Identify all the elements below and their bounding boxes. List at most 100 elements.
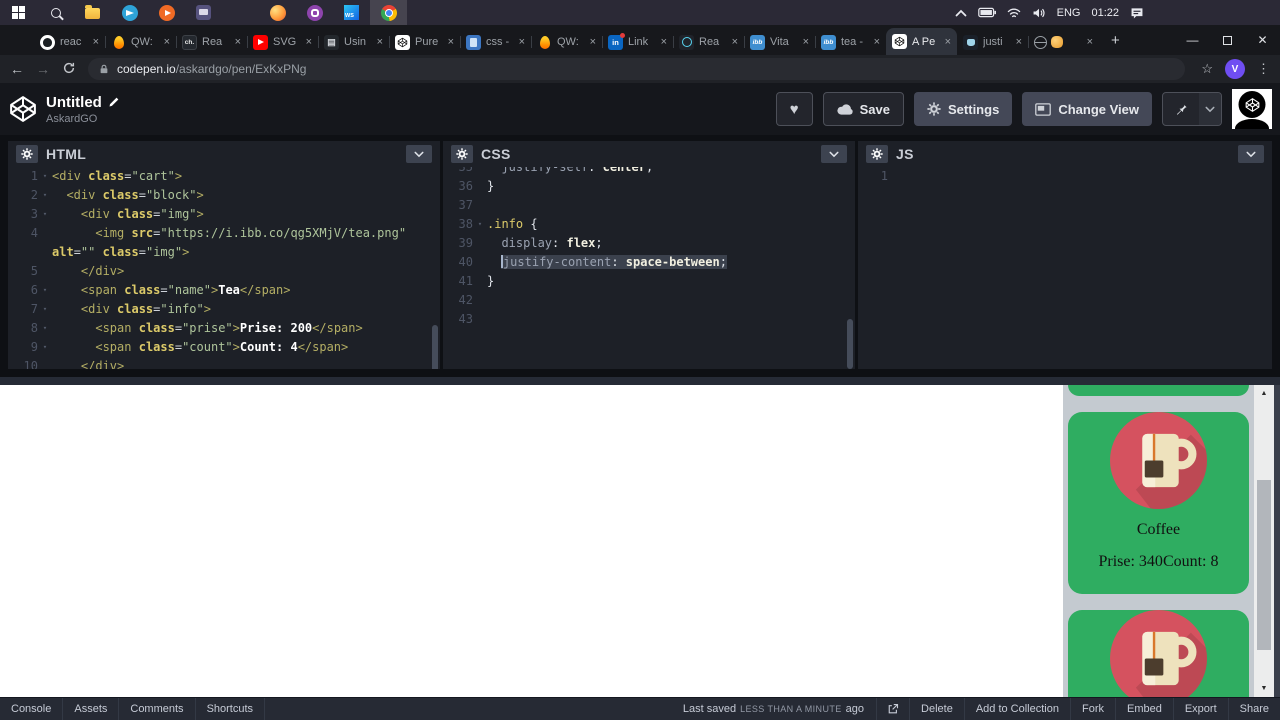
code-line[interactable]: 10 </div> [8, 357, 440, 369]
footer-share-button[interactable]: Share [1227, 698, 1280, 720]
css-editor-scrollbar[interactable] [847, 319, 853, 369]
code-line[interactable]: 6 ▾ <span class="name">Tea</span> [8, 281, 440, 300]
fold-arrow-icon[interactable]: ▾ [38, 300, 52, 319]
volume-icon[interactable] [1032, 6, 1046, 20]
tab-close-icon[interactable]: × [164, 36, 170, 48]
settings-button[interactable]: Settings [914, 92, 1013, 126]
new-tab-button[interactable]: + [1111, 32, 1120, 49]
tab-close-icon[interactable]: × [661, 36, 667, 48]
tab-close-icon[interactable]: × [377, 36, 383, 48]
bookmark-star-icon[interactable]: ☆ [1201, 61, 1213, 77]
address-bar[interactable]: codepen.io/askardgo/pen/ExKxPNg [88, 58, 1186, 80]
code-line[interactable]: 5 </div> [8, 262, 440, 281]
browser-menu-icon[interactable]: ⋮ [1257, 61, 1270, 77]
html-settings-gear-icon[interactable] [16, 145, 38, 163]
footer-embed-button[interactable]: Embed [1114, 698, 1173, 720]
code-line[interactable]: 1 ▾ <div class="cart"> [8, 167, 440, 186]
taskbar-media-player-icon[interactable] [148, 0, 185, 25]
browser-tab[interactable]: ibb Vita × [744, 29, 815, 55]
css-collapse-chevron-icon[interactable] [821, 145, 847, 163]
fold-arrow-icon[interactable]: ▾ [38, 338, 52, 357]
clock[interactable]: 01:22 [1091, 7, 1119, 19]
browser-profile-avatar[interactable]: V [1225, 59, 1245, 79]
footer-comments-button[interactable]: Comments [119, 698, 196, 720]
taskbar-chrome-icon[interactable] [370, 0, 407, 25]
fold-arrow-icon[interactable]: ▾ [38, 167, 52, 186]
footer-export-button[interactable]: Export [1172, 698, 1228, 720]
fold-arrow-icon[interactable]: ▾ [38, 281, 52, 300]
footer-add-to-collection-button[interactable]: Add to Collection [963, 698, 1070, 720]
browser-tab[interactable]: ibb tea - × [815, 29, 886, 55]
tab-close-icon[interactable]: × [448, 36, 454, 48]
tab-close-icon[interactable]: × [306, 36, 312, 48]
browser-tab[interactable]: Pure × [389, 29, 460, 55]
taskbar-telegram-icon[interactable] [111, 0, 148, 25]
html-collapse-chevron-icon[interactable] [406, 145, 432, 163]
footer-fork-button[interactable]: Fork [1069, 698, 1115, 720]
taskbar-explorer-icon[interactable] [74, 0, 111, 25]
reload-button[interactable] [62, 61, 76, 77]
code-line[interactable]: 9 ▾ <span class="count">Count: 4</span> [8, 338, 440, 357]
preview-scrollbar[interactable]: ▲ ▼ [1254, 385, 1274, 697]
user-avatar[interactable] [1232, 89, 1272, 129]
browser-tab[interactable]: ▤ Usin × [318, 29, 389, 55]
taskbar-search-icon[interactable] [37, 0, 74, 25]
browser-tab[interactable]: reac × [34, 29, 105, 55]
js-settings-gear-icon[interactable] [866, 145, 888, 163]
footer-assets-button[interactable]: Assets [63, 698, 120, 720]
tab-close-icon[interactable]: × [803, 36, 809, 48]
pen-author[interactable]: AskardGO [46, 113, 120, 125]
pin-button[interactable] [1163, 93, 1199, 125]
code-line[interactable]: 40 justify-content: space-between; [443, 253, 855, 272]
code-line[interactable]: 37 [443, 196, 855, 215]
tab-close-icon[interactable]: × [235, 36, 241, 48]
scrollbar-thumb[interactable] [1257, 480, 1271, 650]
browser-tab-active[interactable]: A Pe × [886, 28, 957, 55]
footer-shortcuts-button[interactable]: Shortcuts [196, 698, 266, 720]
footer-console-button[interactable]: Console [0, 698, 64, 720]
pin-dropdown-chevron-icon[interactable] [1199, 93, 1221, 125]
browser-tab[interactable]: QW: × [531, 29, 602, 55]
minimize-button[interactable]: — [1175, 25, 1210, 55]
scroll-up-arrow-icon[interactable]: ▲ [1254, 385, 1274, 402]
code-line[interactable]: 4 <img src="https://i.ibb.co/qg5XMjV/tea… [8, 224, 440, 243]
close-button[interactable]: ✕ [1245, 25, 1280, 55]
edit-pencil-icon[interactable] [108, 96, 120, 108]
code-line[interactable]: 2 ▾ <div class="block"> [8, 186, 440, 205]
css-code-editor[interactable]: 35 justify-self: center; 36} 37 38 ▾ .info {3… [443, 167, 855, 369]
browser-tab[interactable]: SVG × [247, 29, 318, 55]
tab-close-icon[interactable]: × [732, 36, 738, 48]
open-external-icon[interactable] [876, 698, 909, 720]
browser-tab[interactable]: ch. Rea × [176, 29, 247, 55]
code-line[interactable]: 8 ▾ <span class="prise">Prise: 200</span> [8, 319, 440, 338]
js-collapse-chevron-icon[interactable] [1238, 145, 1264, 163]
save-button[interactable]: Save [822, 92, 905, 126]
tab-close-icon[interactable]: × [1016, 36, 1022, 48]
fold-arrow-icon[interactable]: ▾ [38, 205, 52, 224]
like-button[interactable]: ♥ [775, 92, 813, 126]
code-line[interactable]: 1 [858, 167, 1272, 186]
tab-close-icon[interactable]: × [93, 36, 99, 48]
tab-close-icon[interactable]: × [590, 36, 596, 48]
taskbar-firefox-icon[interactable] [259, 0, 296, 25]
html-code-editor[interactable]: 1 ▾ <div class="cart"> 2 ▾ <div class="block… [8, 167, 440, 369]
forward-button[interactable]: → [36, 62, 50, 76]
code-line[interactable]: 43 [443, 310, 855, 329]
browser-tab[interactable]: justi × [957, 29, 1028, 55]
tab-close-icon[interactable]: × [519, 36, 525, 48]
taskbar-start-icon[interactable] [0, 0, 37, 25]
taskbar-webstorm-icon[interactable]: WS [333, 0, 370, 25]
browser-tab[interactable]: QW: × [105, 29, 176, 55]
taskbar-ring-app-icon[interactable] [296, 0, 333, 25]
change-view-button[interactable]: Change View [1022, 92, 1152, 126]
back-button[interactable]: ← [10, 62, 24, 76]
css-settings-gear-icon[interactable] [451, 145, 473, 163]
battery-icon[interactable] [978, 7, 996, 18]
taskbar-swirl-app-icon[interactable] [222, 0, 259, 25]
tab-close-icon[interactable]: × [945, 36, 951, 48]
code-line[interactable]: 36} [443, 177, 855, 196]
tab-close-icon[interactable]: × [1087, 36, 1093, 48]
code-line[interactable]: 38 ▾ .info { [443, 215, 855, 234]
html-editor-scrollbar[interactable] [432, 325, 438, 369]
browser-tab[interactable]: Rea × [673, 29, 744, 55]
